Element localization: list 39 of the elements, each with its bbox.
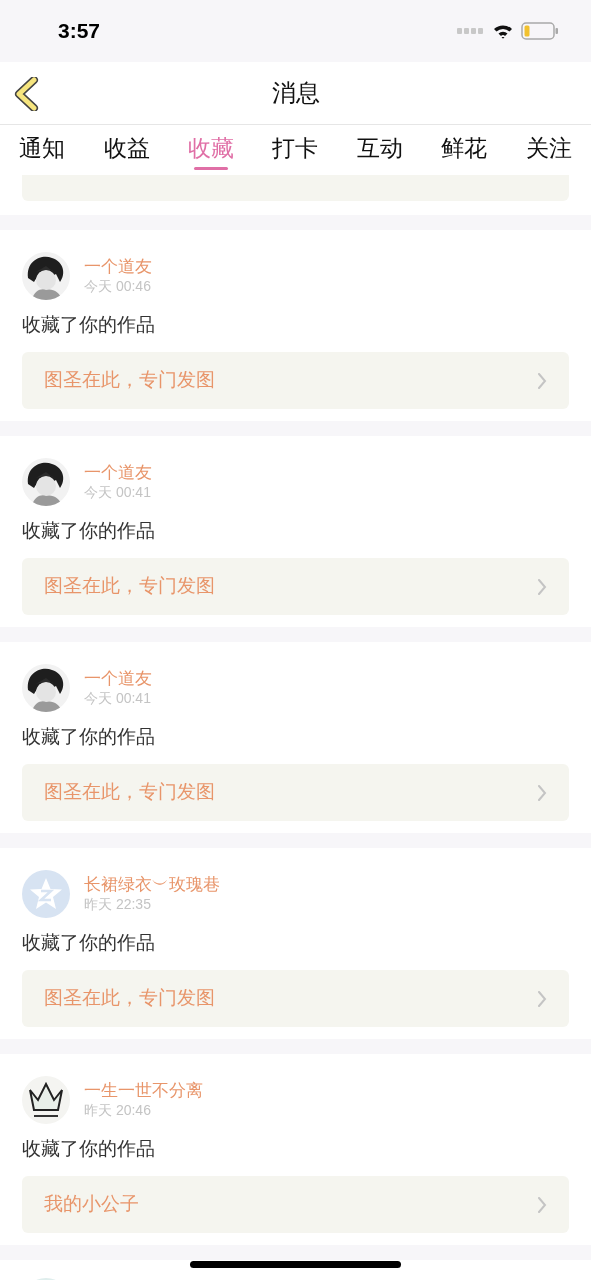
user-name[interactable]: 一生一世不分离 <box>84 1081 203 1101</box>
message-time: 今天 00:41 <box>84 483 152 501</box>
work-link[interactable]: 图圣在此，专门发图 <box>22 970 569 1027</box>
category-tab[interactable]: 收益 <box>84 125 169 175</box>
message-text: 收藏了你的作品 <box>22 519 156 543</box>
category-tab[interactable]: 关注 <box>506 125 591 175</box>
status-time: 3:57 <box>58 18 101 45</box>
category-tab[interactable]: 鲜花 <box>422 125 507 175</box>
work-link[interactable]: 图圣在此，专门发图 <box>22 352 569 409</box>
user-name[interactable]: 一个道友 <box>84 669 152 689</box>
work-link[interactable]: 我的小公子 <box>22 1176 569 1233</box>
chevron-right-icon <box>537 784 547 801</box>
category-tab[interactable]: 收藏 <box>168 125 254 175</box>
avatar-placeholder-icon <box>22 870 70 918</box>
chevron-right-icon <box>537 990 547 1007</box>
page-title: 消息 <box>271 78 320 108</box>
wifi-icon <box>493 23 513 39</box>
chevron-right-icon <box>537 372 547 389</box>
battery-icon <box>521 22 559 40</box>
work-link[interactable]: 图圣在此，专门发图 <box>22 558 569 615</box>
message-time: 昨天 22:35 <box>84 895 152 913</box>
category-tab[interactable]: 通知 <box>0 125 85 175</box>
category-tab[interactable]: 打卡 <box>253 125 338 175</box>
user-name[interactable]: 长裙绿衣︶玫瑰巷 <box>84 875 220 895</box>
message-text: 收藏了你的作品 <box>22 725 156 749</box>
category-tab[interactable]: 互动 <box>337 125 423 175</box>
user-name[interactable]: 一个道友 <box>84 463 152 483</box>
message-text: 收藏了你的作品 <box>22 931 156 955</box>
signal-icon <box>457 28 485 34</box>
message-text: 收藏了你的作品 <box>22 313 156 337</box>
user-name[interactable]: 一个道友 <box>84 257 152 277</box>
message-time: 今天 00:46 <box>84 277 152 295</box>
message-text: 收藏了你的作品 <box>22 1137 156 1161</box>
message-time: 今天 00:41 <box>84 689 152 707</box>
chevron-right-icon <box>537 1196 547 1213</box>
back-icon <box>14 77 40 111</box>
work-link[interactable]: 图圣在此，专门发图 <box>22 764 569 821</box>
message-time: 昨天 20:46 <box>84 1101 152 1119</box>
chevron-right-icon <box>537 578 547 595</box>
